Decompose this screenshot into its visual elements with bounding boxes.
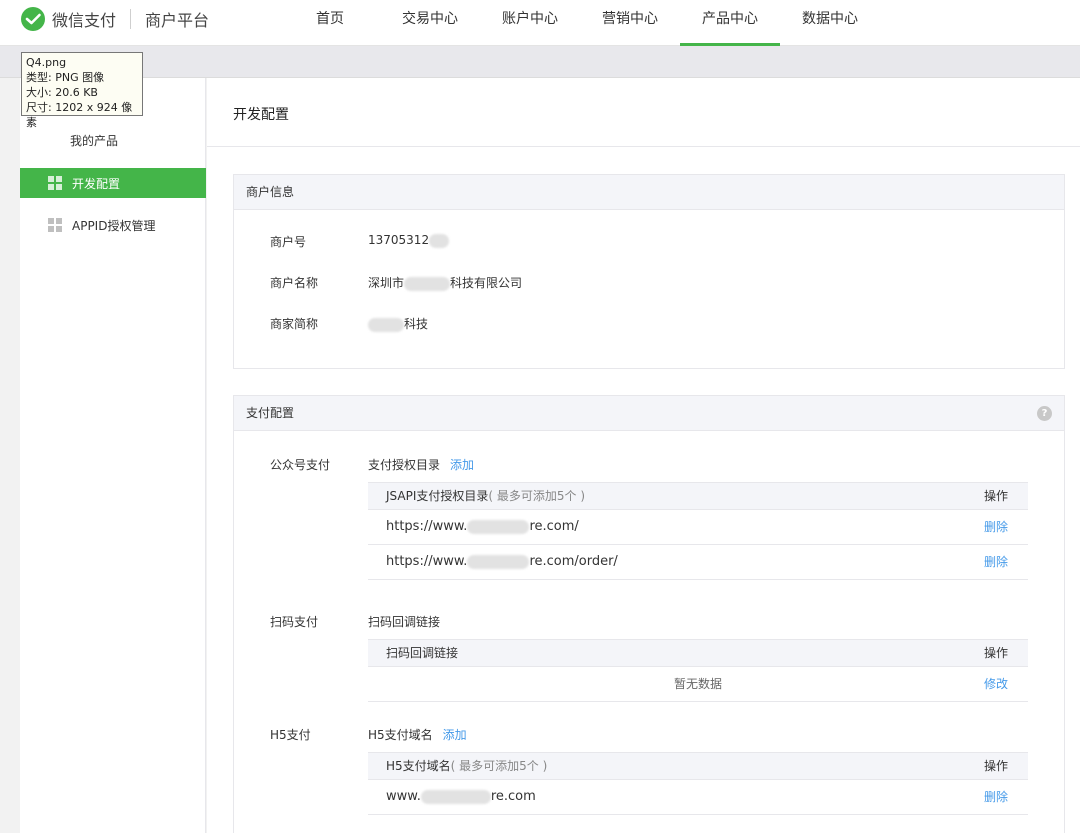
column-header: JSAPI支付授权目录 (386, 489, 489, 503)
brand-name: 微信支付 (52, 11, 117, 30)
jsapi-title-text: 支付授权目录 (368, 458, 441, 472)
table-row: https://www. re.com/order/ 删除 (368, 545, 1028, 580)
url-prefix: www. (386, 789, 421, 804)
nav-products[interactable]: 产品中心 (680, 0, 780, 46)
nav-transactions[interactable]: 交易中心 (380, 0, 480, 46)
table-header: H5支付域名( 最多可添加5个 ) 操作 (368, 752, 1028, 780)
redacted-text (404, 276, 451, 291)
jsapi-add-link[interactable]: 添加 (450, 458, 474, 472)
merchant-name-prefix: 深圳市 (368, 276, 405, 290)
h5-table: H5支付域名( 最多可添加5个 ) 操作 www. re.com 删除 (368, 752, 1028, 815)
main-content: 开发配置 商户信息 商户号 13705312 商户名称 深圳市 科技有限公司 商家… (207, 78, 1080, 833)
native-section-title: 扫码回调链接 (368, 615, 441, 629)
sidebar-section-title: 我的产品 (70, 134, 119, 148)
brand-logo[interactable]: 微信支付 商户平台 (20, 6, 209, 32)
help-icon[interactable]: ? (1037, 406, 1052, 421)
table-row: https://www. re.com/ 删除 (368, 510, 1028, 545)
column-header-action: 操作 (983, 489, 1008, 503)
file-info-tooltip: Q4.png 类型: PNG 图像 大小: 20.6 KB 尺寸: 1202 x… (21, 52, 143, 129)
merchant-name-value: 深圳市 科技有限公司 (368, 274, 522, 292)
merchant-id-value: 13705312 (368, 233, 450, 251)
column-header: H5支付域名 (386, 759, 451, 773)
page-title: 开发配置 (233, 107, 289, 123)
sidebar-item-appid-auth[interactable]: APPID授权管理 (20, 210, 206, 240)
redacted-text (467, 519, 530, 534)
brand-divider (130, 9, 132, 29)
wechat-pay-logo-icon (21, 7, 45, 31)
nav-home[interactable]: 首页 (280, 0, 380, 46)
url-suffix: re.com/order/ (529, 554, 618, 569)
jsapi-section-title: 支付授权目录 添加 (368, 456, 474, 473)
tooltip-filename: Q4.png (26, 56, 67, 69)
top-navigation-bar: 微信支付 商户平台 首页 交易中心 账户中心 营销中心 产品中心 数据中心 (0, 0, 1080, 46)
edit-link[interactable]: 修改 (984, 667, 1008, 701)
merchant-name-label: 商户名称 (270, 276, 319, 290)
redacted-text (467, 554, 530, 569)
panel-header-title: 支付配置 (246, 406, 295, 420)
merchant-name-suffix: 科技有限公司 (450, 276, 523, 290)
url-prefix: https://www. (386, 519, 468, 534)
delete-link[interactable]: 删除 (984, 545, 1008, 579)
nav-data[interactable]: 数据中心 (780, 0, 880, 46)
redacted-text (368, 317, 404, 332)
redacted-text (429, 233, 450, 248)
merchant-short-name-suffix: 科技 (404, 317, 429, 331)
h5-add-link[interactable]: 添加 (443, 728, 467, 742)
url-suffix: re.com/ (529, 519, 579, 534)
empty-text: 暂无数据 (673, 677, 722, 691)
tooltip-size: 大小: 20.6 KB (26, 86, 98, 99)
payment-config-panel: 支付配置 ? 公众号支付 支付授权目录 添加 JSAPI支付授权目录( 最多可添加… (233, 395, 1065, 833)
platform-name: 商户平台 (145, 11, 210, 30)
column-header-action: 操作 (983, 759, 1008, 773)
table-row: www. re.com 删除 (368, 780, 1028, 815)
h5-pay-label: H5支付 (270, 728, 311, 742)
grid-icon (48, 176, 62, 190)
sidebar: 我的产品 开发配置 APPID授权管理 (20, 78, 206, 833)
delete-link[interactable]: 删除 (984, 780, 1008, 814)
native-pay-label: 扫码支付 (270, 615, 319, 629)
merchant-short-name-label: 商家简称 (270, 317, 319, 331)
jsapi-pay-label: 公众号支付 (270, 458, 331, 472)
sidebar-item-label: APPID授权管理 (72, 218, 156, 233)
table-header: JSAPI支付授权目录( 最多可添加5个 ) 操作 (368, 482, 1028, 510)
merchant-id-label: 商户号 (270, 235, 307, 249)
jsapi-table: JSAPI支付授权目录( 最多可添加5个 ) 操作 https://www. re… (368, 482, 1028, 580)
url-suffix: re.com (490, 789, 536, 804)
grid-icon (48, 218, 62, 232)
tooltip-type: 类型: PNG 图像 (26, 71, 105, 84)
sub-header-strip (0, 46, 1080, 78)
sidebar-item-dev-config[interactable]: 开发配置 (20, 168, 206, 198)
merchant-id-text: 13705312 (368, 233, 430, 247)
merchant-short-name-value: 科技 (368, 315, 428, 333)
merchant-info-panel: 商户信息 商户号 13705312 商户名称 深圳市 科技有限公司 商家简称 科技 (233, 174, 1065, 369)
title-divider (207, 146, 1080, 147)
h5-title-text: H5支付域名 (368, 728, 433, 742)
column-note: ( 最多可添加5个 ) (488, 489, 586, 503)
nav-account[interactable]: 账户中心 (480, 0, 580, 46)
url-prefix: https://www. (386, 554, 468, 569)
sidebar-item-label: 开发配置 (72, 176, 121, 191)
panel-header: 支付配置 ? (234, 396, 1064, 431)
nav-marketing[interactable]: 营销中心 (580, 0, 680, 46)
column-note: ( 最多可添加5个 ) (450, 759, 548, 773)
redacted-text (420, 789, 491, 804)
column-header-action: 操作 (983, 646, 1008, 660)
h5-section-title: H5支付域名 添加 (368, 726, 467, 743)
column-header: 扫码回调链接 (386, 646, 459, 660)
main-nav: 首页 交易中心 账户中心 营销中心 产品中心 数据中心 (280, 0, 880, 46)
native-table: 扫码回调链接 操作 暂无数据 修改 (368, 639, 1028, 702)
table-row-empty: 暂无数据 修改 (368, 667, 1028, 702)
tooltip-dimensions: 尺寸: 1202 x 924 像素 (26, 101, 133, 129)
table-header: 扫码回调链接 操作 (368, 639, 1028, 667)
panel-header: 商户信息 (234, 175, 1064, 210)
delete-link[interactable]: 删除 (984, 510, 1008, 544)
